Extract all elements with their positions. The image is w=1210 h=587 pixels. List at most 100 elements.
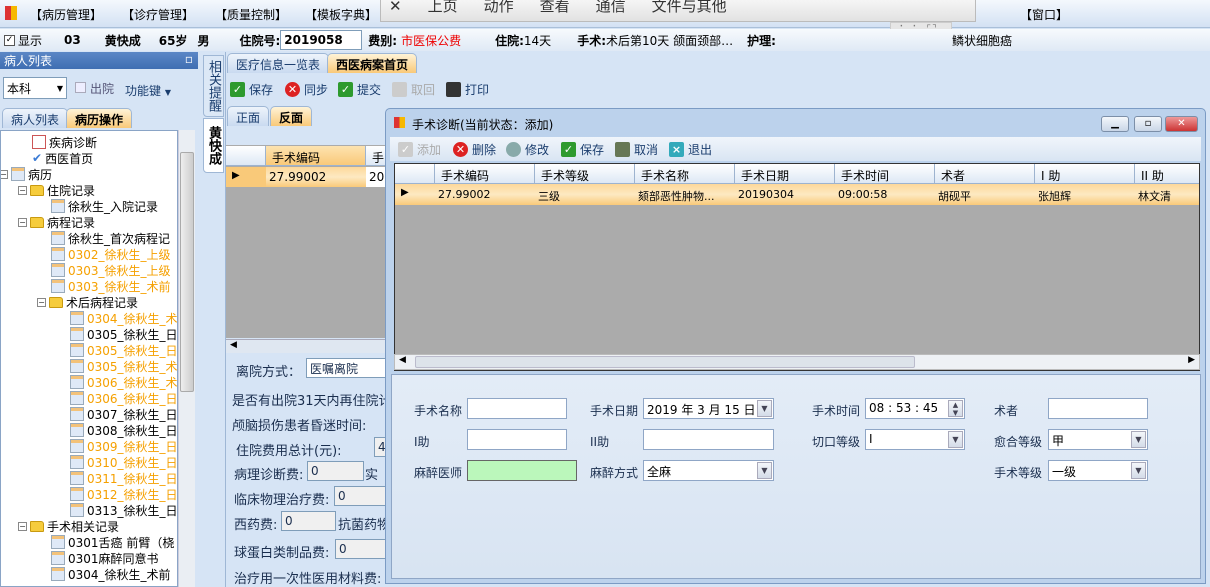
grid-header[interactable]: I 助: [1035, 164, 1135, 184]
grid-cell[interactable]: 林文清: [1135, 184, 1199, 205]
tree-node[interactable]: 0312_徐秋生_日: [70, 486, 177, 502]
action-button[interactable]: 动作: [484, 0, 514, 16]
grid-header[interactable]: II 助: [1135, 164, 1199, 184]
chevron-down-icon[interactable]: ▼: [948, 431, 963, 448]
grid-header[interactable]: 术者: [935, 164, 1035, 184]
dialog-save-button[interactable]: ✓ 保存: [561, 141, 604, 158]
vtab-patient[interactable]: 黄快成: [203, 118, 224, 173]
assistant1-input[interactable]: [467, 429, 567, 450]
save-button[interactable]: ✓ 保存: [230, 81, 273, 98]
tree-node[interactable]: 0301麻醉同意书: [51, 550, 159, 566]
incision-grade-select[interactable]: I ▼: [865, 429, 965, 450]
chevron-down-icon[interactable]: ▼: [1131, 431, 1146, 448]
grid-header[interactable]: 手术编码: [435, 164, 535, 184]
tree-node[interactable]: 0311_徐秋生_日: [70, 470, 177, 486]
grid-header[interactable]: 手术等级: [535, 164, 635, 184]
grid-header[interactable]: 手术时间: [835, 164, 935, 184]
maximize-button[interactable]: ▫: [1134, 116, 1162, 132]
files-button[interactable]: 文件与其他: [652, 0, 727, 16]
collapse-icon[interactable]: −: [37, 297, 46, 307]
tree-node[interactable]: 0304_徐秋生_术: [70, 310, 177, 326]
tree-node[interactable]: 0304_徐秋生_术前: [51, 566, 171, 582]
chevron-down-icon[interactable]: ▼: [757, 400, 772, 417]
grid-cell[interactable]: 张旭辉: [1035, 184, 1135, 205]
tree-node[interactable]: 0301舌癌 前臂（桡: [51, 534, 174, 550]
scroll-thumb[interactable]: [180, 152, 194, 392]
tree-node[interactable]: 0306_徐秋生_术: [70, 374, 177, 390]
tab-info-overview[interactable]: 医疗信息一览表: [227, 53, 330, 73]
comm-button[interactable]: 通信: [596, 0, 626, 16]
close-button[interactable]: ✕: [1165, 116, 1198, 132]
tree-node[interactable]: 0306_徐秋生_日: [70, 390, 177, 406]
delete-button[interactable]: ✕ 删除: [453, 141, 496, 158]
collapse-icon[interactable]: −: [18, 217, 27, 227]
scroll-thumb[interactable]: [415, 356, 915, 368]
tree-node[interactable]: − 病程记录: [18, 214, 95, 230]
healing-grade-select[interactable]: 甲 ▼: [1048, 429, 1148, 450]
submit-button[interactable]: ✓ 提交: [338, 81, 381, 98]
surgery-time-spinner[interactable]: 08 : 53 : 45 ▲ ▼: [865, 398, 965, 419]
prev-page-button[interactable]: 上页: [428, 0, 458, 16]
grid-header[interactable]: 手术名称: [635, 164, 735, 184]
grid-cell-2[interactable]: 20: [366, 167, 386, 187]
cancel-button[interactable]: 取消: [615, 141, 658, 158]
tree-node[interactable]: 徐秋生_入院记录: [51, 198, 158, 214]
grid-header[interactable]: 手术日期: [735, 164, 835, 184]
collapse-icon[interactable]: −: [18, 521, 27, 531]
tree-node[interactable]: − 住院记录: [18, 182, 95, 198]
tree-node[interactable]: 徐秋生_首次病程记: [51, 230, 170, 246]
grid-cell[interactable]: 三级: [535, 184, 635, 205]
tree-node[interactable]: ✔ 西医首页: [32, 150, 93, 166]
menu-quality[interactable]: 【质量控制】: [215, 6, 287, 23]
retrieve-button[interactable]: 取回: [392, 81, 435, 98]
menu-template[interactable]: 【模板字典】: [305, 6, 377, 23]
pathology-fee-field[interactable]: 0: [307, 461, 364, 481]
pin-icon[interactable]: ▫: [185, 52, 193, 66]
close-icon[interactable]: ✕: [389, 0, 402, 15]
vtab-reminders[interactable]: 相关提醒: [203, 55, 224, 117]
surgery-date-picker[interactable]: 2019 年 3 月 15 日 ▼: [643, 398, 774, 419]
tree-node[interactable]: − 术后病程记录: [37, 294, 138, 310]
edit-button[interactable]: 修改: [506, 141, 549, 158]
tree-node[interactable]: 0305_徐秋生_日: [70, 342, 177, 358]
tree-node[interactable]: − 病历: [1, 166, 52, 182]
tree-node[interactable]: 0313_徐秋生_日: [70, 502, 177, 518]
assistant2-input[interactable]: [643, 429, 774, 450]
menu-record[interactable]: 【病历管理】: [30, 6, 102, 23]
tab-record-ops[interactable]: 病历操作: [66, 108, 133, 128]
surgery-level-select[interactable]: 一级 ▼: [1048, 460, 1148, 481]
discharged-checkbox[interactable]: [75, 82, 86, 93]
sync-button[interactable]: ✕ 同步: [285, 81, 328, 98]
grid-hscrollbar[interactable]: ◀: [226, 339, 386, 353]
grid-header-2[interactable]: 手: [366, 146, 386, 166]
tree-node[interactable]: − 手术相关记录: [18, 518, 119, 534]
scroll-right-icon[interactable]: ▶: [1188, 355, 1195, 365]
menu-treatment[interactable]: 【诊疗管理】: [122, 6, 194, 23]
tree-node[interactable]: 0303_徐秋生_术前: [51, 278, 171, 294]
surgeon-input[interactable]: [1048, 398, 1148, 419]
tree-node[interactable]: 0305_徐秋生_术: [70, 358, 177, 374]
show-checkbox[interactable]: ✓: [4, 34, 15, 46]
grid-cell-code[interactable]: 27.99002: [266, 167, 366, 187]
function-key-dropdown[interactable]: 功能键 ▼: [125, 82, 171, 99]
view-button[interactable]: 查看: [540, 0, 570, 16]
spinner-arrows-icon[interactable]: ▲ ▼: [948, 400, 963, 417]
tree-scrollbar[interactable]: [178, 130, 195, 587]
print-button[interactable]: 打印: [446, 81, 489, 98]
discharge-field[interactable]: 医嘱离院: [306, 358, 396, 378]
tree-node[interactable]: 0308_徐秋生_日: [70, 422, 177, 438]
grid-cell[interactable]: 20190304: [735, 184, 835, 205]
collapse-icon[interactable]: −: [1, 169, 8, 179]
surgery-name-input[interactable]: [467, 398, 567, 419]
dialog-grid-hscrollbar[interactable]: ◀ ▶: [394, 354, 1200, 370]
grid-cell[interactable]: 胡砚平: [935, 184, 1035, 205]
minimize-button[interactable]: ▁: [1101, 116, 1129, 132]
chevron-down-icon[interactable]: ▼: [757, 462, 772, 479]
tab-patient-list[interactable]: 病人列表: [2, 108, 69, 128]
grid-header-code[interactable]: 手术编码: [266, 146, 366, 166]
menu-window[interactable]: 【窗口】: [1020, 6, 1068, 23]
tab-homepage[interactable]: 西医病案首页: [327, 53, 418, 73]
tree-node[interactable]: 0310_徐秋生_日: [70, 454, 177, 470]
chevron-down-icon[interactable]: ▼: [1131, 462, 1146, 479]
tree-node[interactable]: 0303_徐秋生_上级: [51, 262, 171, 278]
